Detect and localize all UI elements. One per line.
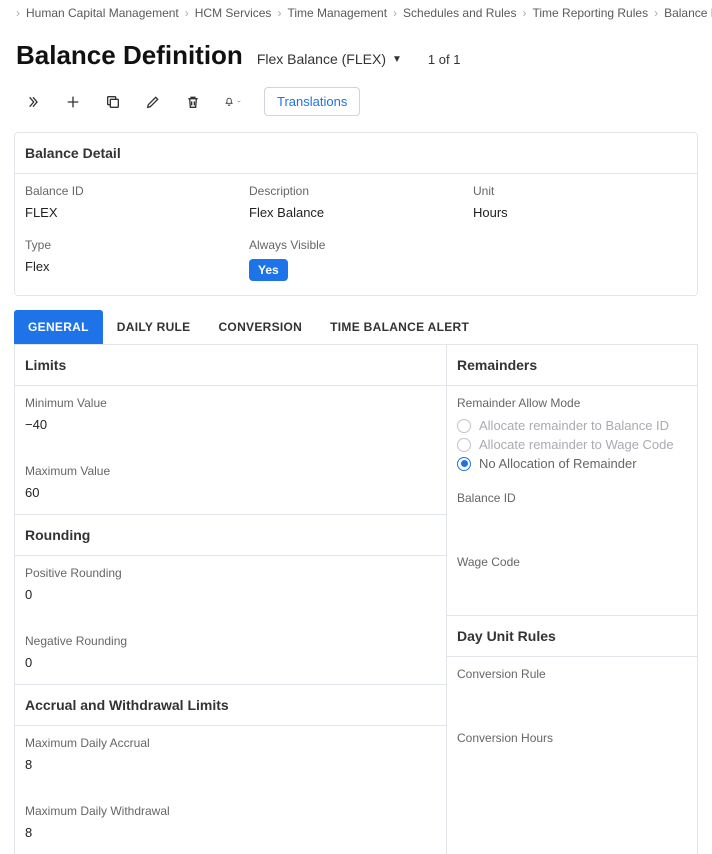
field-label: Unit xyxy=(473,184,687,198)
add-icon[interactable] xyxy=(64,93,82,111)
copy-icon[interactable] xyxy=(104,93,122,111)
notifications-icon[interactable] xyxy=(224,93,242,111)
negative-rounding-value: 0 xyxy=(25,655,436,670)
chevron-right-icon: › xyxy=(185,6,189,20)
field-label: Maximum Value xyxy=(25,464,436,478)
panel-title: Balance Detail xyxy=(15,133,697,174)
field-label: Always Visible xyxy=(249,238,463,252)
tab-conversion[interactable]: CONVERSION xyxy=(204,310,316,344)
record-name: Flex Balance (FLEX) xyxy=(257,51,386,67)
field-label: Balance ID xyxy=(25,184,239,198)
section-title-limits: Limits xyxy=(15,345,446,386)
toolbar: Translations xyxy=(0,81,712,130)
chevron-down-icon xyxy=(236,97,242,106)
chevron-right-icon: › xyxy=(16,6,20,20)
field-label: Balance ID xyxy=(457,491,687,505)
radio-label: Allocate remainder to Wage Code xyxy=(479,437,674,452)
translations-button[interactable]: Translations xyxy=(264,87,360,116)
tab-content-general: Limits Minimum Value −40 Maximum Value 6… xyxy=(14,345,698,854)
breadcrumb: › Human Capital Management › HCM Service… xyxy=(0,0,712,26)
field-label: Minimum Value xyxy=(25,396,436,410)
always-visible-badge: Yes xyxy=(249,259,288,281)
field-label: Conversion Rule xyxy=(457,667,687,681)
type-value: Flex xyxy=(25,259,239,274)
section-title-rounding: Rounding xyxy=(15,514,446,556)
radio-no-allocation[interactable]: No Allocation of Remainder xyxy=(457,454,687,473)
record-selector[interactable]: Flex Balance (FLEX) ▼ xyxy=(257,51,402,67)
field-label: Maximum Daily Accrual xyxy=(25,736,436,750)
field-label: Conversion Hours xyxy=(457,731,687,745)
max-daily-accrual-value: 8 xyxy=(25,757,436,772)
balance-detail-panel: Balance Detail Balance ID FLEX Type Flex… xyxy=(14,132,698,296)
breadcrumb-item[interactable]: Human Capital Management xyxy=(26,6,179,20)
radio-icon xyxy=(457,438,471,452)
radio-label: No Allocation of Remainder xyxy=(479,456,637,471)
chevron-right-icon: › xyxy=(522,6,526,20)
breadcrumb-item[interactable]: HCM Services xyxy=(195,6,272,20)
description-value: Flex Balance xyxy=(249,205,463,220)
edit-icon[interactable] xyxy=(144,93,162,111)
radio-icon xyxy=(457,457,471,471)
chevron-down-icon: ▼ xyxy=(392,54,402,65)
minimum-value: −40 xyxy=(25,417,436,432)
field-label: Maximum Daily Withdrawal xyxy=(25,804,436,818)
tab-bar: GENERAL DAILY RULE CONVERSION TIME BALAN… xyxy=(14,310,698,345)
chevron-right-icon: › xyxy=(393,6,397,20)
positive-rounding-value: 0 xyxy=(25,587,436,602)
page-header: Balance Definition Flex Balance (FLEX) ▼… xyxy=(0,26,712,81)
max-daily-withdrawal-value: 8 xyxy=(25,825,436,840)
balance-id-value: FLEX xyxy=(25,205,239,220)
breadcrumb-item[interactable]: Time Management xyxy=(287,6,387,20)
record-count: 1 of 1 xyxy=(428,52,461,67)
radio-icon xyxy=(457,419,471,433)
field-label: Description xyxy=(249,184,463,198)
field-label: Remainder Allow Mode xyxy=(457,396,687,410)
breadcrumb-item[interactable]: Balance Definition xyxy=(664,6,712,20)
field-label: Negative Rounding xyxy=(25,634,436,648)
tab-daily-rule[interactable]: DAILY RULE xyxy=(103,310,205,344)
maximum-value: 60 xyxy=(25,485,436,500)
section-title-accrual: Accrual and Withdrawal Limits xyxy=(15,684,446,726)
section-title-day-unit-rules: Day Unit Rules xyxy=(447,615,697,657)
field-label: Positive Rounding xyxy=(25,566,436,580)
radio-label: Allocate remainder to Balance ID xyxy=(479,418,669,433)
breadcrumb-item[interactable]: Schedules and Rules xyxy=(403,6,516,20)
tab-general[interactable]: GENERAL xyxy=(14,310,103,344)
chevron-right-icon: › xyxy=(277,6,281,20)
breadcrumb-item[interactable]: Time Reporting Rules xyxy=(532,6,648,20)
expand-icon[interactable] xyxy=(24,93,42,111)
unit-value: Hours xyxy=(473,205,687,220)
field-label: Wage Code xyxy=(457,555,687,569)
section-title-remainders: Remainders xyxy=(447,345,697,386)
field-label: Type xyxy=(25,238,239,252)
chevron-right-icon: › xyxy=(654,6,658,20)
tab-time-balance-alert[interactable]: TIME BALANCE ALERT xyxy=(316,310,483,344)
page-title: Balance Definition xyxy=(16,40,243,71)
radio-allocate-wage[interactable]: Allocate remainder to Wage Code xyxy=(457,435,687,454)
radio-allocate-balance[interactable]: Allocate remainder to Balance ID xyxy=(457,416,687,435)
delete-icon[interactable] xyxy=(184,93,202,111)
